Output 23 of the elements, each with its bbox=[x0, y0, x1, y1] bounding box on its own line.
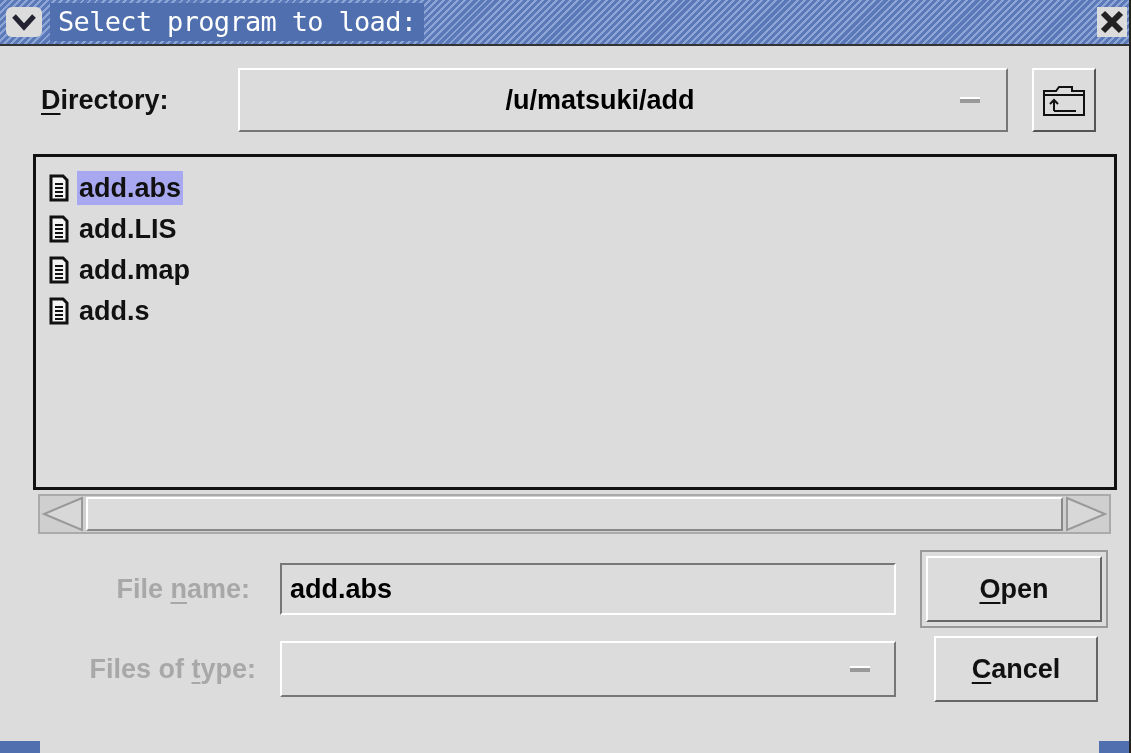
window-title: Select program to load: bbox=[50, 3, 425, 41]
scrollbar-thumb[interactable] bbox=[86, 497, 1063, 531]
directory-label: Directory: bbox=[41, 83, 170, 117]
dialog-button[interactable]: Cancel bbox=[934, 636, 1098, 702]
files-of-type-dropdown[interactable] bbox=[280, 641, 896, 697]
document-icon bbox=[49, 297, 69, 325]
horizontal-scrollbar[interactable] bbox=[38, 494, 1111, 534]
close-icon[interactable] bbox=[1097, 7, 1127, 37]
document-icon bbox=[49, 174, 69, 202]
document-icon bbox=[49, 256, 69, 284]
parent-directory-button[interactable] bbox=[1032, 68, 1096, 132]
file-item[interactable]: add.abs bbox=[77, 171, 184, 205]
scroll-left-icon[interactable] bbox=[40, 496, 86, 532]
chevron-down-icon[interactable] bbox=[6, 7, 42, 37]
file-item[interactable]: add.map bbox=[77, 253, 193, 287]
file-item[interactable]: add.s bbox=[77, 294, 152, 328]
dropdown-indicator-icon bbox=[850, 666, 870, 672]
folder-up-icon bbox=[1042, 83, 1086, 117]
file-item[interactable]: add.LIS bbox=[77, 212, 179, 246]
directory-dropdown[interactable]: /u/matsuki/add bbox=[238, 68, 1008, 132]
document-icon bbox=[49, 215, 69, 243]
scroll-right-icon[interactable] bbox=[1063, 496, 1109, 532]
dropdown-indicator-icon bbox=[960, 97, 980, 103]
